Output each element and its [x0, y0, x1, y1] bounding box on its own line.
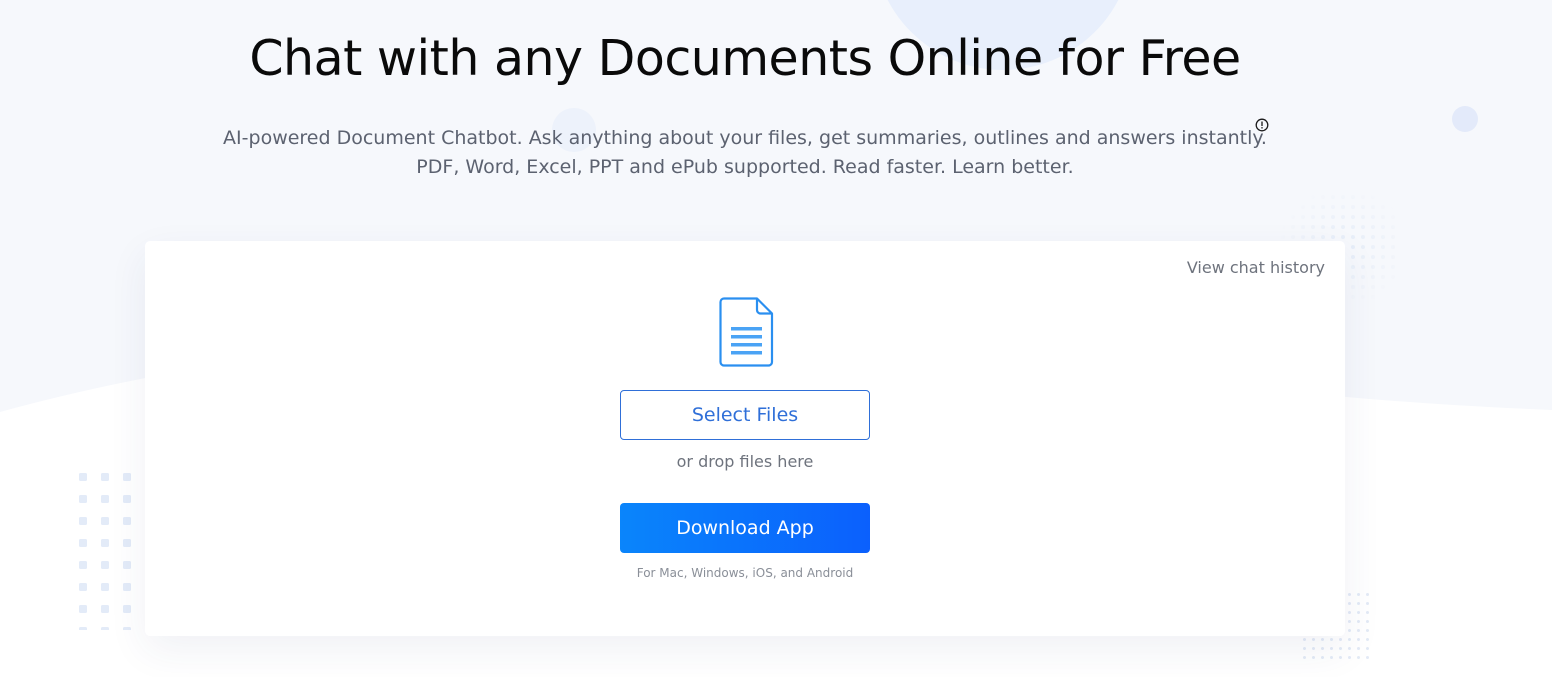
page-subtitle: AI-powered Document Chatbot. Ask anythin…	[0, 124, 1490, 182]
download-app-button[interactable]: Download App	[620, 503, 870, 553]
dot-grid-left	[76, 470, 156, 630]
select-files-button[interactable]: Select Files	[620, 390, 870, 440]
drop-files-hint: or drop files here	[676, 452, 814, 471]
info-circle-icon[interactable]	[1255, 118, 1269, 132]
subtitle-line-2: PDF, Word, Excel, PPT and ePub supported…	[416, 156, 1074, 178]
document-icon	[719, 297, 774, 367]
platform-support-note: For Mac, Windows, iOS, and Android	[636, 566, 854, 580]
view-chat-history-link[interactable]: View chat history	[1187, 258, 1325, 277]
page-title: Chat with any Documents Online for Free	[249, 30, 1241, 87]
upload-card: View chat history Select Files or drop f…	[145, 241, 1345, 636]
